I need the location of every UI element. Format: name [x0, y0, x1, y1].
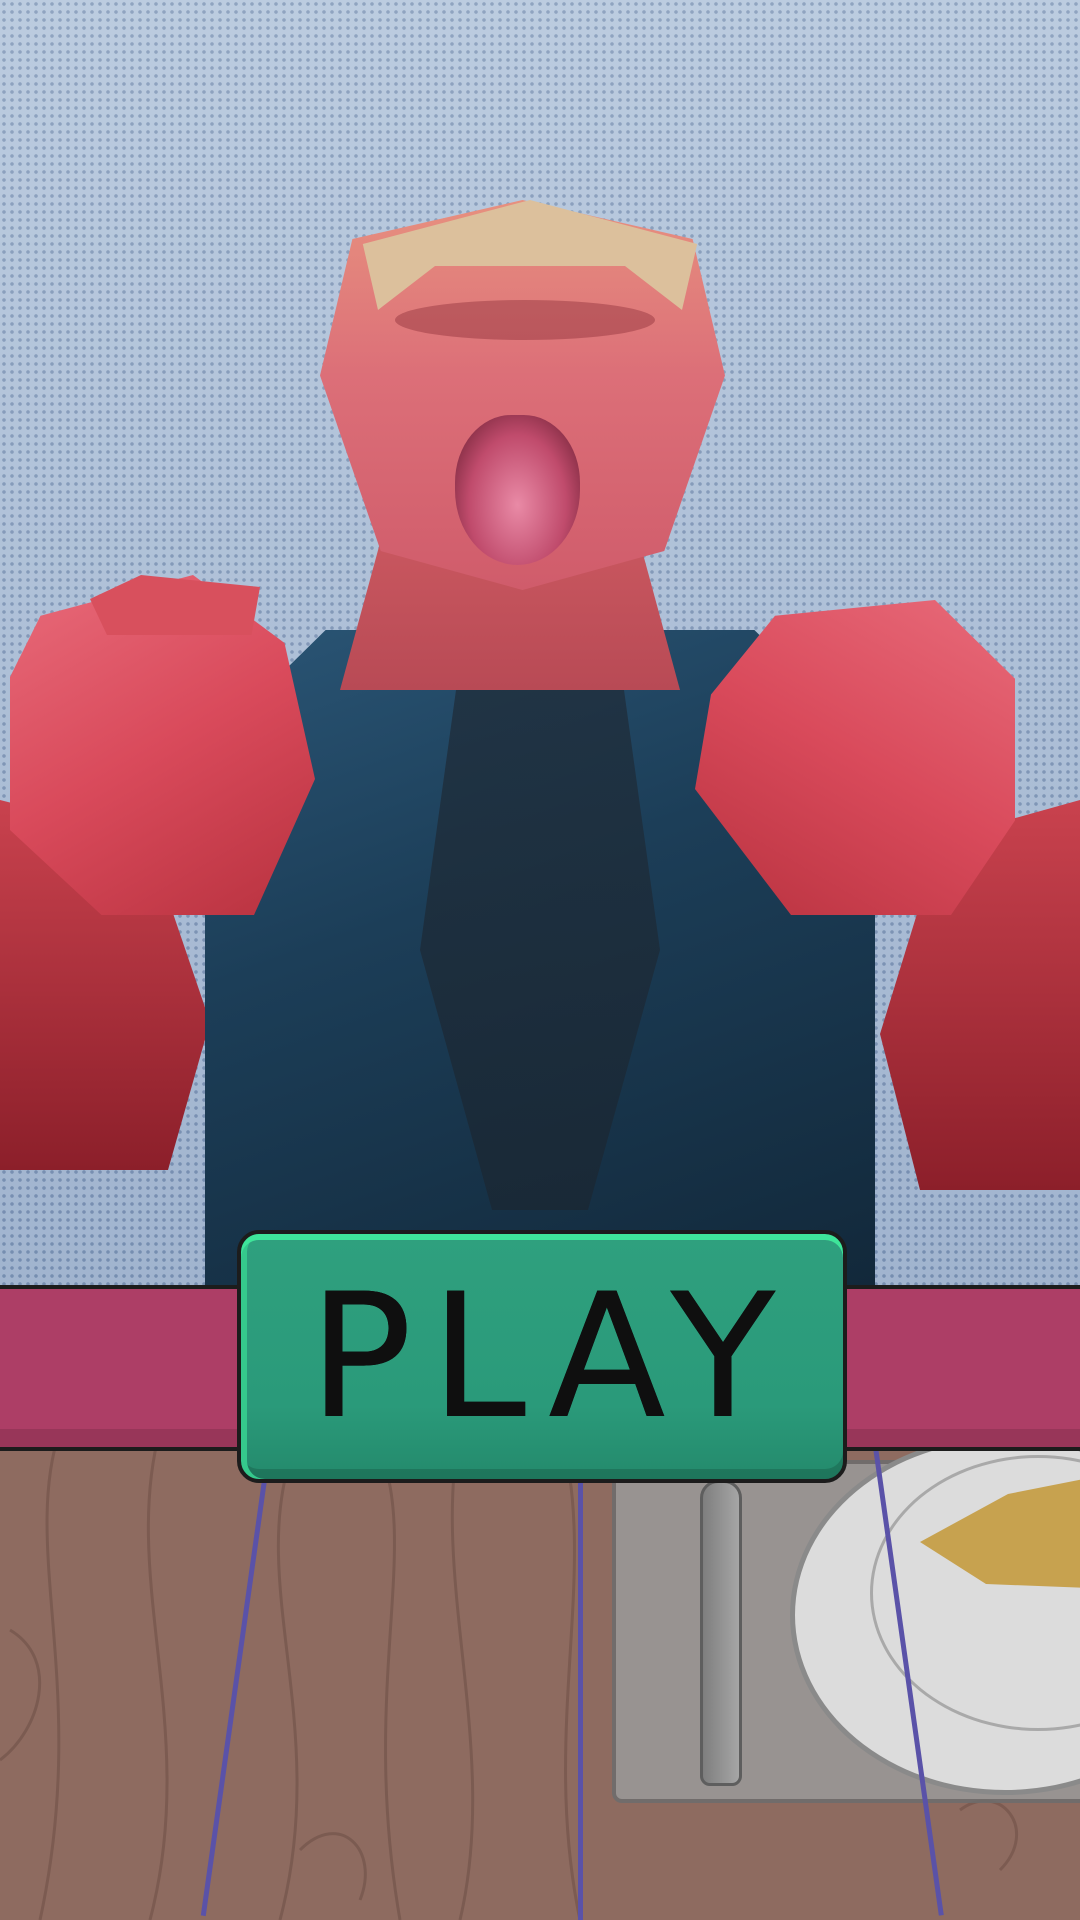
furrowed-brow — [395, 300, 655, 340]
left-thumb — [90, 575, 260, 635]
play-button-label: PLAY — [308, 1255, 794, 1457]
knife — [700, 1480, 742, 1786]
play-button[interactable]: PLAY — [237, 1230, 847, 1483]
game-scene: PLAY — [0, 0, 1080, 1920]
rope-center — [578, 1480, 583, 1920]
screaming-mouth — [455, 415, 580, 565]
